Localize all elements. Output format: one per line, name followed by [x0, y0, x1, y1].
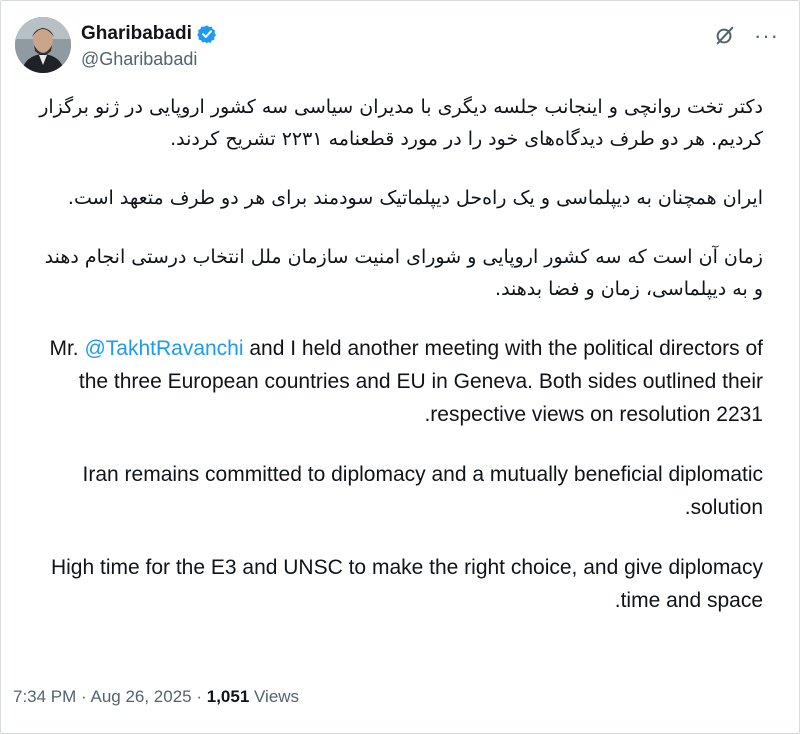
- profile-photo-icon: [15, 17, 71, 73]
- grok-icon[interactable]: [714, 25, 736, 47]
- separator: ·: [76, 687, 91, 706]
- persian-paragraph-3: زمان آن است که سه کشور اروپایی و شورای ا…: [44, 246, 763, 300]
- tweet-header: Gharibabadi @Gharibabadi ···: [15, 17, 785, 75]
- handle[interactable]: @Gharibabadi: [81, 49, 217, 70]
- top-actions: ···: [714, 25, 779, 47]
- avatar[interactable]: [15, 17, 71, 73]
- paragraph-prefix: Mr.: [49, 337, 85, 360]
- verified-badge-icon: [196, 25, 216, 44]
- tweet-card: Gharibabadi @Gharibabadi ··· دکتر تخت رو…: [0, 0, 800, 734]
- post-date[interactable]: Aug 26, 2025: [90, 687, 191, 706]
- tweet-meta: 7:34 PM · Aug 26, 2025 · 1,051 Views: [13, 687, 299, 707]
- separator: ·: [191, 687, 207, 706]
- tweet-body: دکتر تخت روانچی و اینجانب جلسه دیگری با …: [31, 91, 763, 644]
- more-options-icon[interactable]: ···: [754, 25, 779, 47]
- persian-paragraph-1: دکتر تخت روانچی و اینجانب جلسه دیگری با …: [39, 96, 763, 150]
- english-paragraph-1: Mr. @TakhtRavanchi and I held another me…: [31, 332, 763, 431]
- english-paragraph-2: Iran remains committed to diplomacy and …: [82, 463, 763, 519]
- views-label: Views: [249, 687, 300, 706]
- english-paragraph-3: High time for the E3 and UNSC to make th…: [50, 556, 763, 612]
- author-names: Gharibabadi @Gharibabadi: [81, 23, 217, 70]
- display-name[interactable]: Gharibabadi: [81, 23, 192, 45]
- persian-paragraph-2: ایران همچنان به دیپلماسی و یک راه‌حل دیپ…: [67, 187, 763, 209]
- post-time[interactable]: 7:34 PM: [13, 687, 76, 706]
- views-count: 1,051: [206, 687, 250, 706]
- mention-link[interactable]: @TakhtRavanchi: [84, 337, 243, 360]
